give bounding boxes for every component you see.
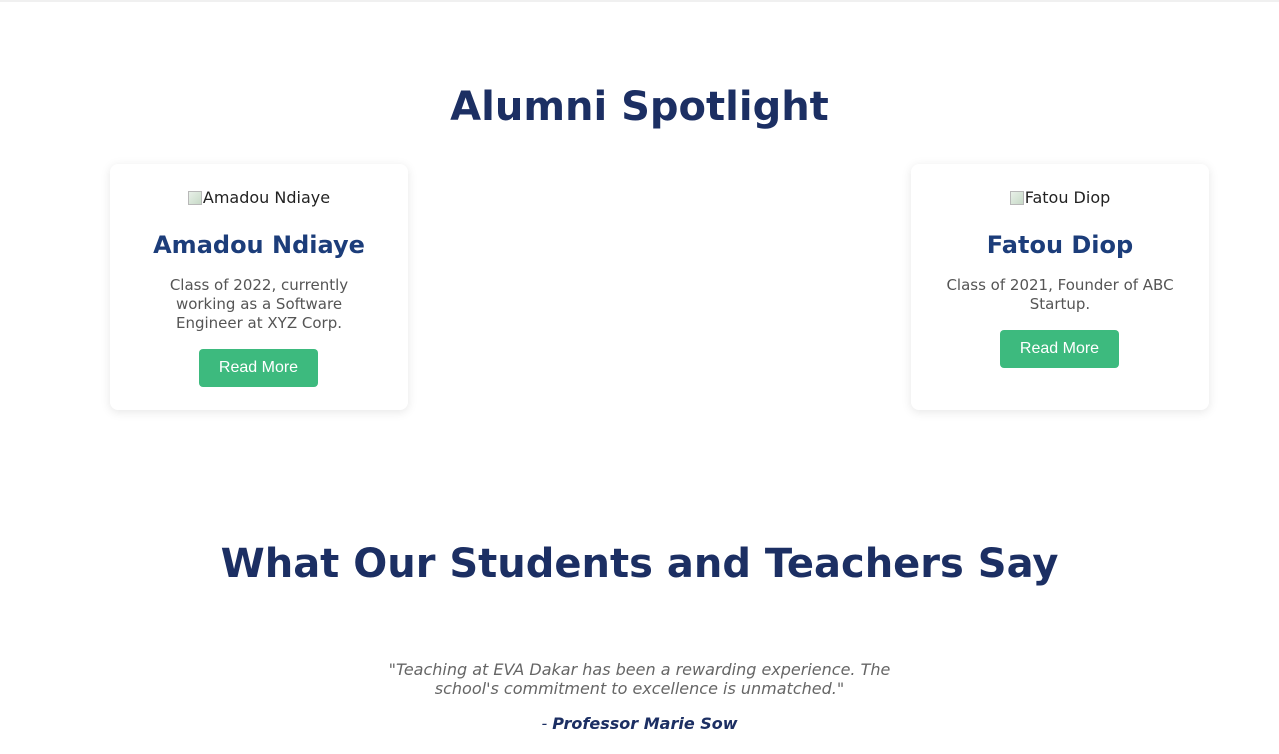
author-prefix: - [541,714,553,733]
alumni-card: Fatou Diop Fatou Diop Class of 2021, Fou… [911,164,1209,410]
author-name: Professor Marie Sow [552,714,738,733]
testimonials-section-title: What Our Students and Teachers Say [220,541,1059,587]
alumni-photo-alt-text: Amadou Ndiaye [202,188,331,207]
broken-image-icon [1009,191,1024,205]
alumni-photo-alt-text: Fatou Diop [1024,188,1111,207]
alumni-description: Class of 2021, Founder of ABC Startup. [946,276,1174,313]
testimonial-quote: "Teaching at EVA Dakar has been a reward… [388,660,891,698]
alumni-photo: Amadou Ndiaye [110,188,408,208]
alumni-description: Class of 2022, currently working as a So… [169,276,349,332]
top-divider [0,0,1279,2]
alumni-name: Fatou Diop [986,231,1134,259]
alumni-card: Amadou Ndiaye Amadou Ndiaye Class of 202… [110,164,408,410]
testimonial-author: - Professor Marie Sow [0,714,1279,734]
alumni-section-title: Alumni Spotlight [450,84,829,130]
read-more-button[interactable]: Read More [1000,330,1119,368]
read-more-button[interactable]: Read More [199,349,318,387]
broken-image-icon [187,191,202,205]
alumni-name: Amadou Ndiaye [153,231,365,259]
alumni-photo: Fatou Diop [911,188,1209,208]
